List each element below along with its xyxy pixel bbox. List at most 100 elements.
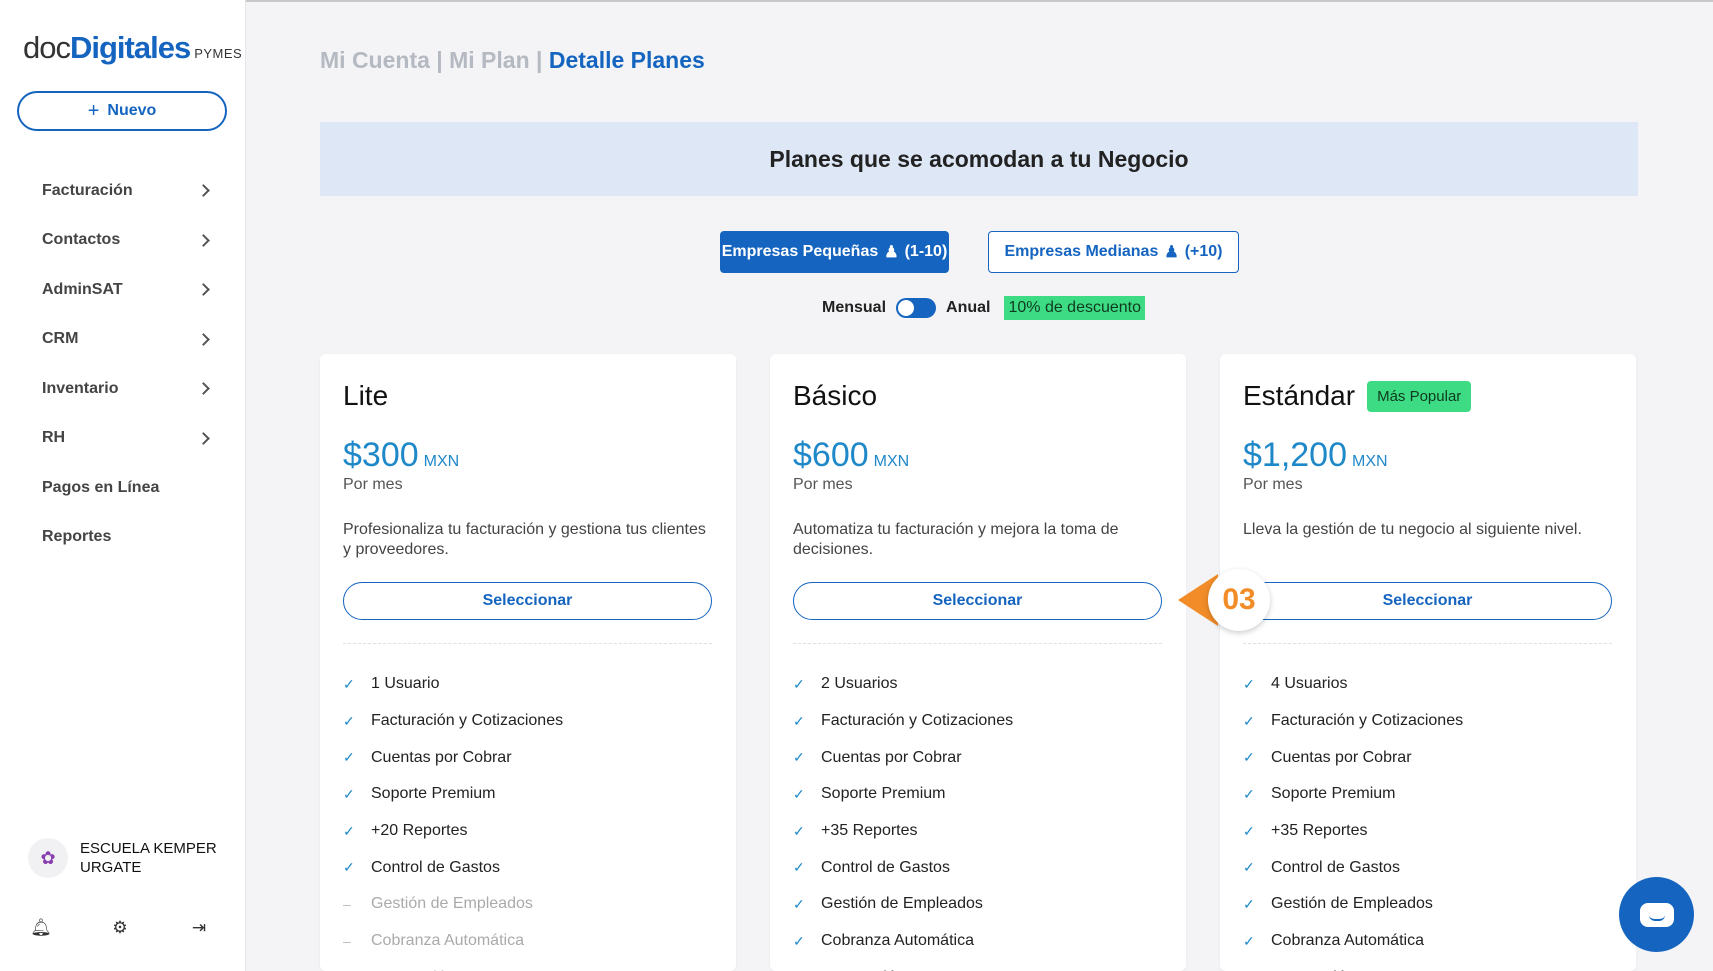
breadcrumb-mi-plan[interactable]: Mi Plan <box>449 47 530 73</box>
sidebar-item-adminsat[interactable]: AdminSAT <box>0 265 246 315</box>
bell-icon[interactable]: 🔔︎ <box>30 918 52 938</box>
feature-item: ✓ Cuentas por Cobrar <box>343 739 713 776</box>
feature-item: – Cobranza Automática <box>343 923 713 960</box>
sidebar-item-pagos-en-linea[interactable]: Pagos en Línea <box>0 463 246 513</box>
plan-price: $300 MXN <box>343 436 459 475</box>
feature-text: Facturación y Cotizaciones <box>371 712 564 730</box>
sidebar-item-contactos[interactable]: Contactos <box>0 216 246 266</box>
feature-item: ✓ Soporte Premium <box>343 776 713 813</box>
feature-text: +35 Reportes <box>1271 822 1368 840</box>
billing-annual-label[interactable]: Anual <box>946 299 990 317</box>
discount-badge: 10% de descuento <box>1004 296 1146 320</box>
account-avatar: ✿ <box>28 838 68 878</box>
feature-text: Cobranza Automática <box>1271 932 1424 950</box>
plan-period: Por mes <box>793 476 853 493</box>
card-divider <box>1243 643 1612 644</box>
sidebar-item-facturacion[interactable]: Facturación <box>0 166 246 216</box>
annotation-step-number: 03 <box>1208 569 1270 631</box>
check-icon: ✓ <box>343 785 355 802</box>
feature-item: ✓ Gestión de Empleados <box>1243 886 1613 923</box>
chat-icon <box>1639 902 1674 927</box>
feature-list: ✓ 1 Usuario ✓ Facturación y Cotizaciones ✓ Cu… <box>343 666 713 971</box>
select-plan-button[interactable]: Seleccionar <box>1243 582 1612 620</box>
feature-item: ✓ Facturación y Cotizaciones <box>1243 703 1613 740</box>
new-button-label: Nuevo <box>107 102 157 119</box>
sidebar-item-reportes[interactable]: Reportes <box>0 513 246 563</box>
feature-item: ✓ Cobranza Automática <box>1243 923 1613 960</box>
feature-item: ✓ Facturación y Cotizaciones <box>343 703 713 740</box>
feature-text: Facturación y Cotizaciones <box>821 712 1014 730</box>
segment-small-label: Empresas Pequeñas <box>721 243 879 260</box>
feature-item: ✓ Cuentas por Cobrar <box>793 739 1163 776</box>
chat-button[interactable] <box>1619 877 1694 952</box>
new-button[interactable]: + Nuevo <box>17 91 227 131</box>
plan-price-amount: $600 <box>793 436 869 474</box>
check-icon: ✓ <box>793 785 805 802</box>
feature-list: ✓ 4 Usuarios ✓ Facturación y Cotizaciones ✓ C… <box>1243 666 1613 971</box>
account-name-line1: ESCUELA KEMPER <box>80 840 217 857</box>
popular-badge: Más Popular <box>1367 380 1472 412</box>
sidebar-item-label: Contactos <box>42 231 121 249</box>
breadcrumb-mi-cuenta[interactable]: Mi Cuenta <box>320 47 430 73</box>
feature-item: ✓ Cuentas por Cobrar <box>1243 739 1613 776</box>
plans-banner: Planes que se acomodan a tu Negocio <box>320 122 1638 196</box>
plan-title: Estándar Más Popular <box>1243 380 1472 412</box>
check-icon: ✓ <box>1243 675 1255 692</box>
plan-title: Básico <box>793 380 877 412</box>
plan-name: Lite <box>343 380 389 411</box>
chevron-right-icon <box>197 283 210 297</box>
feature-text: Gestión de Empleados <box>1271 895 1433 913</box>
check-icon: ✓ <box>793 675 805 692</box>
sidebar-item-crm[interactable]: CRM <box>0 315 246 365</box>
segment-medium-business[interactable]: Empresas Medianas ♟︎ (+10) <box>988 231 1239 273</box>
feature-text: Cuentas por Cobrar <box>1271 748 1412 766</box>
feature-text: Soporte Premium <box>371 785 496 803</box>
plan-card: Lite $300 MXN Por mes Profesionaliza tu fact… <box>320 354 736 971</box>
sidebar-item-label: RH <box>42 429 66 447</box>
check-icon: ✓ <box>343 859 355 876</box>
feature-text: Cobranza Automática <box>371 932 524 950</box>
plan-period: Por mes <box>1243 476 1303 493</box>
feature-list: ✓ 2 Usuarios ✓ Facturación y Cotizaciones ✓ C… <box>793 666 1163 971</box>
feature-item: ✓ Control de Gastos <box>793 849 1163 886</box>
gear-icon[interactable]: ⚙︎ <box>109 918 131 938</box>
check-icon: ✓ <box>793 895 805 912</box>
segment-small-business[interactable]: Empresas Pequeñas ♟︎ (1-10) <box>720 231 949 273</box>
billing-monthly-label[interactable]: Mensual <box>822 299 886 317</box>
plan-description: Lleva la gestión de tu negocio al siguie… <box>1243 521 1582 538</box>
billing-period-toggle[interactable] <box>896 298 937 318</box>
feature-text: Cuentas por Cobrar <box>821 748 962 766</box>
sidebar-item-rh[interactable]: RH <box>0 414 246 464</box>
select-plan-button[interactable]: Seleccionar <box>343 582 712 620</box>
feature-text: Control de Gastos <box>1271 858 1400 876</box>
feature-item: ✓ 2 Usuarios <box>793 666 1163 703</box>
select-plan-button[interactable]: Seleccionar <box>793 582 1162 620</box>
logout-icon[interactable]: ⇥ <box>188 918 210 938</box>
plan-price-amount: $1,200 <box>1243 436 1347 474</box>
check-icon: ✓ <box>793 859 805 876</box>
feature-text: Cobranza Automática <box>821 932 974 950</box>
feature-item: – Gestión de Empleados <box>343 886 713 923</box>
feature-item: ✓ Control de Gastos <box>343 849 713 886</box>
sidebar-item-inventario[interactable]: Inventario <box>0 364 246 414</box>
check-icon: ✓ <box>1243 785 1255 802</box>
feature-item: ✓ 4 Usuarios <box>1243 666 1613 703</box>
plan-name: Estándar <box>1243 380 1356 411</box>
feature-text: Soporte Premium <box>1271 785 1396 803</box>
plus-icon: + <box>87 99 100 122</box>
feature-item: ✓Facturación Recurrente <box>793 960 1163 971</box>
plan-price-amount: $300 <box>343 436 419 474</box>
step-annotation: 03 <box>1178 569 1282 631</box>
toggle-knob <box>898 300 915 316</box>
feature-text: Facturación y Cotizaciones <box>1271 712 1464 730</box>
feature-text: +20 Reportes <box>371 822 468 840</box>
segment-medium-label: Empresas Medianas <box>1004 243 1159 260</box>
account-info[interactable]: ✿ ESCUELA KEMPER URGATE <box>28 838 217 878</box>
app-logo[interactable]: doc Digitales PYMES <box>23 30 242 66</box>
plan-card: Básico $600 MXN Por mes Automatiza tu factur… <box>770 354 1186 971</box>
feature-text: Control de Gastos <box>821 858 950 876</box>
plan-name: Básico <box>793 380 878 411</box>
plan-description: Automatiza tu facturación y mejora la to… <box>793 521 1119 558</box>
account-name: ESCUELA KEMPER URGATE <box>80 839 217 877</box>
plan-title: Lite <box>343 380 388 412</box>
